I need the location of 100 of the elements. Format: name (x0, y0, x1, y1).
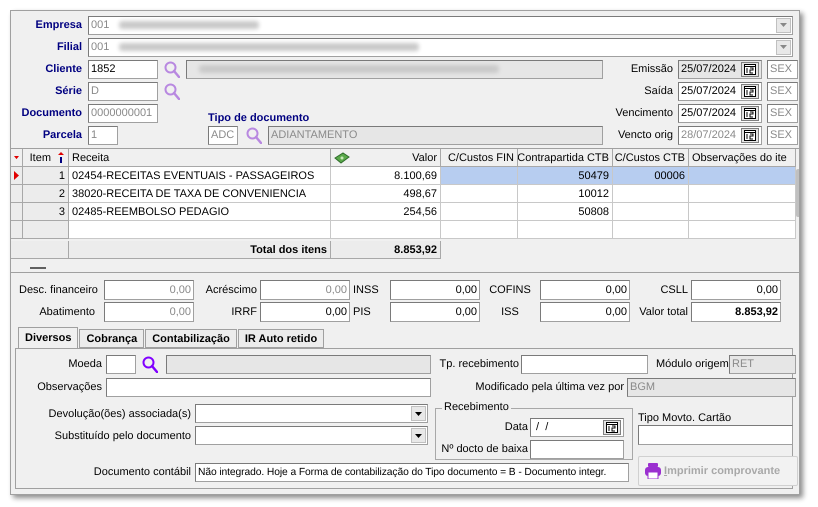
weekday-field: SEX (767, 126, 798, 144)
tab[interactable]: Diversos (18, 327, 78, 348)
calendar-icon (744, 64, 756, 74)
field-label: Observações (36, 381, 102, 393)
table-cell: 10012 (518, 185, 613, 203)
field-label: Abatimento (38, 306, 96, 318)
field-label: IRRF (230, 306, 257, 318)
field-label: Filial (56, 41, 82, 53)
field-label: INSS (353, 284, 380, 296)
tab[interactable]: Cobrança (79, 329, 144, 348)
calendar-button[interactable] (603, 420, 621, 434)
field-label: Vencimento (614, 107, 673, 119)
column-header[interactable]: Receita (69, 149, 331, 167)
date-field[interactable]: 25/07/2024 (678, 60, 762, 78)
calendar-icon (744, 108, 756, 118)
input-field[interactable] (530, 440, 624, 458)
input-field[interactable] (638, 425, 793, 445)
group-title: Recebimento (442, 401, 511, 413)
table-cell: 2 (23, 185, 69, 203)
tab[interactable]: Contabilização (145, 329, 237, 348)
column-header[interactable]: C/Custos FIN (441, 149, 518, 167)
readonly-field: ADIANTAMENTO (268, 126, 603, 144)
amount-field[interactable]: 0,00 (540, 302, 630, 322)
amount-field[interactable]: 0,00 (260, 302, 350, 322)
calendar-icon (606, 422, 618, 432)
calendar-button[interactable] (741, 106, 759, 120)
field-label: COFINS (488, 284, 532, 296)
column-header[interactable]: Item (23, 149, 69, 167)
column-header[interactable]: Observações do ite (689, 149, 796, 167)
field-label: Valor total (638, 306, 688, 318)
calendar-button[interactable] (741, 84, 759, 98)
amount-field[interactable]: 8.853,92 (691, 302, 781, 322)
amount-field[interactable]: 0,00 (691, 280, 781, 300)
amount-field[interactable]: 0,00 (390, 280, 480, 300)
input-field[interactable]: 1852 (88, 60, 158, 78)
table-cell: 00006 (613, 167, 689, 185)
table-cell: 02454-RECEITAS EVENTUAIS - PASSAGEIROS (69, 167, 331, 185)
column-header[interactable]: C/Custos CTB (613, 149, 689, 167)
total-label: Total dos itens (69, 241, 331, 259)
field-label: CSLL (659, 284, 688, 296)
search-icon[interactable] (142, 356, 158, 372)
field-label: Documento contábil (92, 466, 191, 478)
search-icon[interactable] (164, 60, 180, 78)
field-label: Cliente (44, 63, 82, 75)
calendar-icon (744, 130, 756, 140)
text-field[interactable]: Não integrado. Hoje a Forma de contabilização do Tipo documento = B - Documento integr. (195, 462, 629, 482)
table-cell: 1 (23, 167, 69, 185)
printer-icon (645, 463, 661, 479)
field-label: Substituído pelo documento (54, 430, 191, 442)
calendar-icon (744, 86, 756, 96)
field-label: ISS (500, 306, 520, 318)
table-cell: 254,56 (331, 203, 441, 221)
dropdown-field[interactable] (195, 426, 428, 445)
dropdown-button[interactable] (411, 428, 426, 443)
amount-field[interactable]: 0,00 (540, 280, 630, 300)
calendar-button[interactable] (741, 62, 759, 76)
table-cell: 3 (23, 203, 69, 221)
dropdown-button[interactable] (411, 406, 426, 421)
field-label: Acréscimo (204, 284, 257, 296)
field-label: Moeda (67, 358, 102, 370)
readonly-field: RET (729, 354, 796, 374)
column-header[interactable]: Contrapartida CTB (518, 149, 613, 167)
dropdown-field[interactable] (195, 404, 428, 423)
table-cell: 8.100,69 (331, 167, 441, 185)
table-cell: 02485-REEMBOLSO PEDAGIO (69, 203, 331, 221)
field-label: Emissão (630, 63, 673, 75)
table-row[interactable]: 3 02485-REEMBOLSO PEDAGIO 254,56 50808 (11, 203, 796, 221)
field-label: Vencto orig (616, 129, 673, 141)
menu-caret-icon[interactable] (14, 155, 19, 160)
table-cell: 50479 (518, 167, 613, 185)
field-label: Documento (20, 107, 82, 119)
date-field[interactable]: 25/07/2024 (678, 82, 762, 100)
caret-icon (780, 23, 787, 27)
current-row-icon (14, 171, 19, 180)
caret-icon (780, 45, 787, 49)
table-cell: 50808 (518, 203, 613, 221)
table-row[interactable]: 1 02454-RECEITAS EVENTUAIS - PASSAGEIROS 8.100,69 50479 00006 (11, 167, 796, 185)
input-field[interactable] (106, 378, 431, 396)
weekday-field: SEX (767, 104, 798, 122)
caret-icon (415, 434, 422, 438)
date-field[interactable]: / / (530, 418, 624, 436)
sort-icon (57, 152, 65, 163)
input-field[interactable] (106, 354, 136, 374)
input-field[interactable] (521, 354, 648, 374)
field-label: Saída (643, 85, 673, 97)
readonly-field: BGM (627, 378, 796, 396)
money-icon (334, 152, 350, 164)
date-field[interactable]: 25/07/2024 (678, 104, 762, 122)
table-row[interactable]: 2 38020-RECEITA DE TAXA DE CONVENIENCIA 498,67 10012 (11, 185, 796, 203)
column-header[interactable]: Valor (331, 149, 441, 167)
field-label: Nº docto de baixa (440, 443, 528, 455)
field-label: Devolução(ões) associada(s) (48, 408, 191, 420)
field-label: Série (54, 85, 82, 97)
amount-field[interactable]: 0,00 (390, 302, 480, 322)
field-label: Tp. recebimento (438, 358, 519, 370)
search-icon[interactable] (164, 82, 180, 100)
search-icon[interactable] (246, 126, 262, 144)
tab[interactable]: IR Auto retido (238, 329, 324, 348)
weekday-field: SEX (767, 60, 798, 78)
field-label: Data (504, 421, 528, 433)
